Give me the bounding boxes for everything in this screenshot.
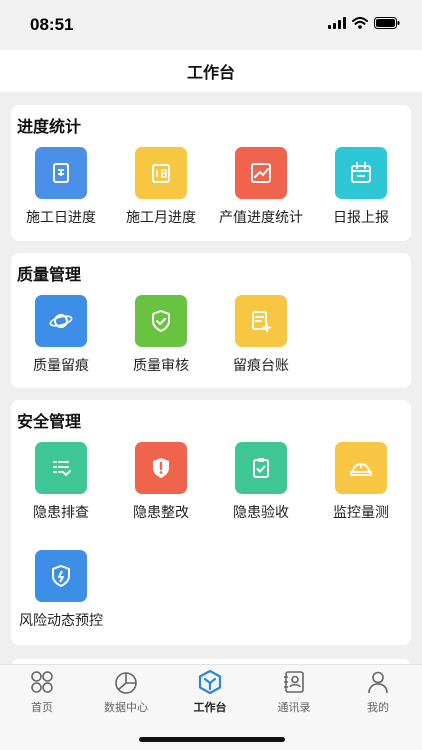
page-title: 工作台 bbox=[186, 63, 235, 82]
risk-control-button[interactable]: 风险动态预控 bbox=[11, 550, 111, 634]
tile-label: 隐患排查 bbox=[33, 505, 89, 521]
hazard-inspection-button[interactable]: 隐患排查 bbox=[11, 442, 111, 526]
progress-stats-card: 进度统计 施工日进度 施工月进度 产值进度统计 日报上报 bbox=[11, 105, 411, 241]
clipboard-check-icon bbox=[235, 442, 287, 494]
tile-label: 日报上报 bbox=[333, 210, 389, 226]
monthly-progress-icon bbox=[135, 147, 187, 199]
tile-label: 施工月进度 bbox=[126, 210, 196, 226]
tile-label: 产值进度统计 bbox=[219, 210, 303, 226]
pie-chart-icon bbox=[115, 672, 137, 694]
tile-label: 留痕台账 bbox=[233, 358, 289, 374]
tile-label: 隐患整改 bbox=[133, 505, 189, 521]
quality-review-button[interactable]: 质量审核 bbox=[111, 295, 211, 379]
tab-label: 首页 bbox=[31, 701, 53, 714]
helmet-icon bbox=[335, 442, 387, 494]
tile-label: 风险动态预控 bbox=[19, 613, 103, 629]
nav-bar: 工作台 bbox=[0, 50, 422, 92]
wifi-icon bbox=[352, 17, 368, 29]
tab-label: 我的 bbox=[367, 701, 389, 714]
tab-data-center[interactable]: 数据中心 bbox=[84, 669, 168, 719]
daily-progress-icon bbox=[35, 147, 87, 199]
safety-management-card: 安全管理 隐患排查 隐患整改 隐患验收 监控量测 风险动态预控 bbox=[11, 400, 411, 645]
planet-icon bbox=[35, 295, 87, 347]
tab-home[interactable]: 首页 bbox=[0, 669, 84, 719]
document-add-icon bbox=[235, 295, 287, 347]
monitoring-measurement-button[interactable]: 监控量测 bbox=[311, 442, 411, 526]
tile-label: 质量审核 bbox=[133, 358, 189, 374]
content-scroll[interactable]: 进度统计 施工日进度 施工月进度 产值进度统计 日报上报 质量管理 质量留痕 质… bbox=[0, 92, 422, 664]
section-title: 进度统计 bbox=[17, 117, 82, 136]
daily-progress-button[interactable]: 施工日进度 bbox=[11, 147, 111, 231]
shield-check-icon bbox=[135, 295, 187, 347]
status-time: 08:51 bbox=[30, 15, 74, 34]
section-title: 质量管理 bbox=[17, 265, 82, 284]
daily-report-button[interactable]: 日报上报 bbox=[311, 147, 411, 231]
section-title: 安全管理 bbox=[17, 412, 82, 431]
tab-workbench[interactable]: 工作台 bbox=[168, 669, 252, 719]
tile-label: 隐患验收 bbox=[233, 505, 289, 521]
tab-label: 工作台 bbox=[193, 701, 227, 714]
tab-label: 通讯录 bbox=[277, 701, 311, 714]
tab-mine[interactable]: 我的 bbox=[336, 669, 420, 719]
tab-label: 数据中心 bbox=[104, 701, 148, 714]
status-bar: 08:51 bbox=[0, 0, 422, 50]
tile-label: 质量留痕 bbox=[33, 358, 89, 374]
workbench-icon bbox=[198, 669, 222, 695]
contacts-icon bbox=[284, 671, 304, 693]
checklist-icon bbox=[35, 442, 87, 494]
home-indicator bbox=[139, 737, 285, 742]
tile-label: 施工日进度 bbox=[26, 210, 96, 226]
battery-icon bbox=[374, 17, 400, 29]
profile-icon bbox=[368, 671, 388, 694]
signal-icon bbox=[328, 17, 346, 29]
calendar-icon bbox=[335, 147, 387, 199]
trace-ledger-button[interactable]: 留痕台账 bbox=[211, 295, 311, 379]
quality-trace-button[interactable]: 质量留痕 bbox=[11, 295, 111, 379]
shield-bolt-icon bbox=[35, 550, 87, 602]
output-stats-button[interactable]: 产值进度统计 bbox=[211, 147, 311, 231]
home-grid-icon bbox=[31, 671, 53, 693]
quality-management-card: 质量管理 质量留痕 质量审核 留痕台账 bbox=[11, 253, 411, 388]
trend-chart-icon bbox=[235, 147, 287, 199]
shield-alert-icon bbox=[135, 442, 187, 494]
monthly-progress-button[interactable]: 施工月进度 bbox=[111, 147, 211, 231]
tab-contacts[interactable]: 通讯录 bbox=[252, 669, 336, 719]
hazard-acceptance-button[interactable]: 隐患验收 bbox=[211, 442, 311, 526]
status-icons bbox=[328, 17, 400, 29]
hazard-rectification-button[interactable]: 隐患整改 bbox=[111, 442, 211, 526]
tile-label: 监控量测 bbox=[333, 505, 389, 521]
